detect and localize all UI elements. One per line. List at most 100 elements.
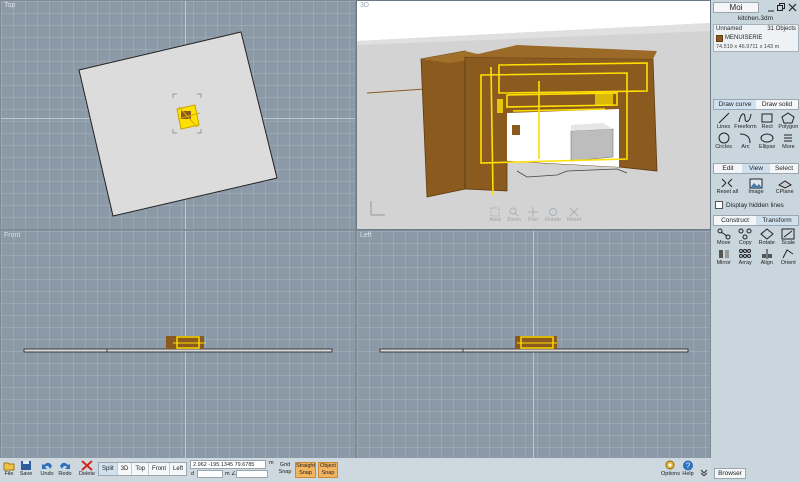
display-hidden-lines-checkbox[interactable] bbox=[715, 201, 723, 209]
undo-label: Undo bbox=[40, 471, 54, 477]
polygon-tool[interactable]: Polygon bbox=[778, 112, 799, 130]
lines-icon bbox=[718, 112, 729, 124]
redo-icon bbox=[60, 462, 70, 469]
rect-icon bbox=[761, 113, 773, 123]
more-label: More bbox=[782, 144, 795, 150]
transform-tools: Move Copy Rotate Scale Mirror Array Alig… bbox=[713, 228, 799, 266]
undo-button[interactable]: Undo bbox=[40, 460, 54, 477]
object-name[interactable]: Unnamed bbox=[716, 26, 742, 32]
view-front-button[interactable]: Front bbox=[149, 463, 171, 475]
object-snap-toggle[interactable]: Object Snap bbox=[318, 462, 338, 478]
coordinate-input[interactable]: 2.962 -195.1345 79.6785 bbox=[190, 460, 266, 469]
top-view-geometry bbox=[78, 31, 278, 217]
mirror-icon bbox=[718, 250, 729, 258]
tab-draw-solid[interactable]: Draw solid bbox=[756, 100, 798, 109]
moi-menu-button[interactable]: Moi bbox=[713, 2, 759, 13]
scale-label: Scale bbox=[781, 240, 796, 246]
draw-tools: Lines Freeform Rect Polygon Circles Arc … bbox=[713, 112, 799, 150]
freeform-tool[interactable]: Freeform bbox=[734, 112, 757, 130]
angle-input[interactable] bbox=[236, 470, 268, 478]
view-3d-button[interactable]: 3D bbox=[118, 463, 133, 475]
copy-tool[interactable]: Copy bbox=[735, 228, 757, 246]
viewport-top[interactable]: Top bbox=[0, 0, 356, 230]
folder-icon bbox=[3, 462, 15, 471]
scale-tool[interactable]: Scale bbox=[778, 228, 800, 246]
viewport-left[interactable]: Left bbox=[356, 230, 711, 459]
copy-label: Copy bbox=[738, 240, 752, 246]
grid-snap-toggle[interactable]: Grid Snap bbox=[277, 462, 293, 478]
view-top-button[interactable]: Top bbox=[132, 463, 150, 475]
close-icon[interactable] bbox=[788, 3, 797, 12]
move-icon bbox=[717, 228, 731, 240]
reset-all-tool[interactable]: Reset all bbox=[713, 177, 742, 195]
ellipse-icon bbox=[760, 133, 774, 143]
help-icon: ? bbox=[683, 460, 693, 471]
nav-pan-button[interactable]: Pan bbox=[526, 207, 540, 223]
viewport-3d[interactable]: 3D Area Zoom Pan Rotate Reset bbox=[356, 0, 711, 230]
ellipse-tool[interactable]: Ellipse bbox=[757, 132, 778, 150]
align-icon bbox=[761, 249, 772, 259]
options-button[interactable]: Options bbox=[661, 460, 680, 477]
freeform-icon bbox=[738, 113, 752, 123]
save-button[interactable]: Save bbox=[19, 460, 33, 477]
restore-icon[interactable] bbox=[777, 3, 785, 11]
tab-view[interactable]: View bbox=[742, 164, 770, 173]
viewport-front[interactable]: Front bbox=[0, 230, 356, 459]
tab-draw-curve[interactable]: Draw curve bbox=[714, 100, 756, 109]
align-tool[interactable]: Align bbox=[756, 248, 778, 266]
help-button[interactable]: ? Help bbox=[681, 460, 695, 477]
arc-tool[interactable]: Arc bbox=[734, 132, 756, 150]
image-tool[interactable]: Image bbox=[742, 177, 771, 195]
coordinate-units: m bbox=[269, 460, 274, 466]
nav-rotate-button[interactable]: Rotate bbox=[545, 207, 561, 223]
image-icon bbox=[749, 178, 763, 189]
view-left-button[interactable]: Left bbox=[170, 463, 186, 475]
redo-button[interactable]: Redo bbox=[58, 460, 72, 477]
rect-tool[interactable]: Rect bbox=[757, 112, 778, 130]
lines-tool[interactable]: Lines bbox=[713, 112, 734, 130]
scale-icon bbox=[781, 228, 795, 240]
mirror-label: Mirror bbox=[716, 260, 731, 266]
nav-zoom-button[interactable]: Zoom bbox=[507, 207, 521, 223]
chevron-down-icon[interactable] bbox=[700, 468, 708, 476]
file-button[interactable]: File bbox=[2, 460, 16, 477]
tab-select[interactable]: Select bbox=[770, 164, 798, 173]
array-tool[interactable]: Array bbox=[735, 248, 757, 266]
browser-button[interactable]: Browser bbox=[714, 468, 746, 479]
display-hidden-lines[interactable]: Display hidden lines bbox=[715, 201, 784, 209]
mirror-tool[interactable]: Mirror bbox=[713, 248, 735, 266]
front-view-geometry bbox=[23, 336, 333, 353]
arc-icon bbox=[740, 133, 751, 144]
nav-reset-button[interactable]: Reset bbox=[566, 207, 582, 223]
freeform-label: Freeform bbox=[734, 124, 757, 130]
orient-tool[interactable]: Orient bbox=[778, 248, 800, 266]
view-split-button[interactable]: Split bbox=[99, 463, 118, 475]
rotate-tool[interactable]: Rotate bbox=[756, 228, 778, 246]
angle-label: m ∠ bbox=[225, 471, 237, 477]
move-tool[interactable]: Move bbox=[713, 228, 735, 246]
minimize-icon[interactable] bbox=[767, 4, 775, 12]
straight-snap-toggle[interactable]: Straight Snap bbox=[295, 462, 316, 478]
distance-input[interactable] bbox=[197, 470, 223, 478]
view-switcher: Split 3D Top Front Left bbox=[98, 462, 188, 476]
layer-name[interactable]: MENUISERIE bbox=[725, 35, 762, 41]
reset-all-label: Reset all bbox=[716, 189, 739, 195]
3d-view-geometry bbox=[357, 23, 710, 229]
circles-tool[interactable]: Circles bbox=[713, 132, 734, 150]
delete-button[interactable]: Delete bbox=[79, 460, 95, 477]
view-tools: Reset all Image CPlane bbox=[713, 177, 799, 195]
more-tool[interactable]: More bbox=[778, 132, 799, 150]
polygon-icon bbox=[781, 112, 795, 124]
orient-label: Orient bbox=[780, 260, 796, 266]
nav-area-button[interactable]: Area bbox=[488, 207, 502, 223]
cplane-tool[interactable]: CPlane bbox=[770, 177, 799, 195]
delete-icon bbox=[81, 460, 93, 471]
layer-color-swatch[interactable] bbox=[716, 35, 723, 42]
tab-edit[interactable]: Edit bbox=[714, 164, 742, 173]
arc-label: Arc bbox=[741, 144, 750, 150]
spiral-icon bbox=[784, 134, 793, 142]
tab-transform[interactable]: Transform bbox=[756, 216, 798, 225]
options-label: Options bbox=[661, 471, 680, 477]
tab-construct[interactable]: Construct bbox=[714, 216, 756, 225]
nav-controls: Area Zoom Pan Rotate Reset bbox=[488, 207, 582, 223]
